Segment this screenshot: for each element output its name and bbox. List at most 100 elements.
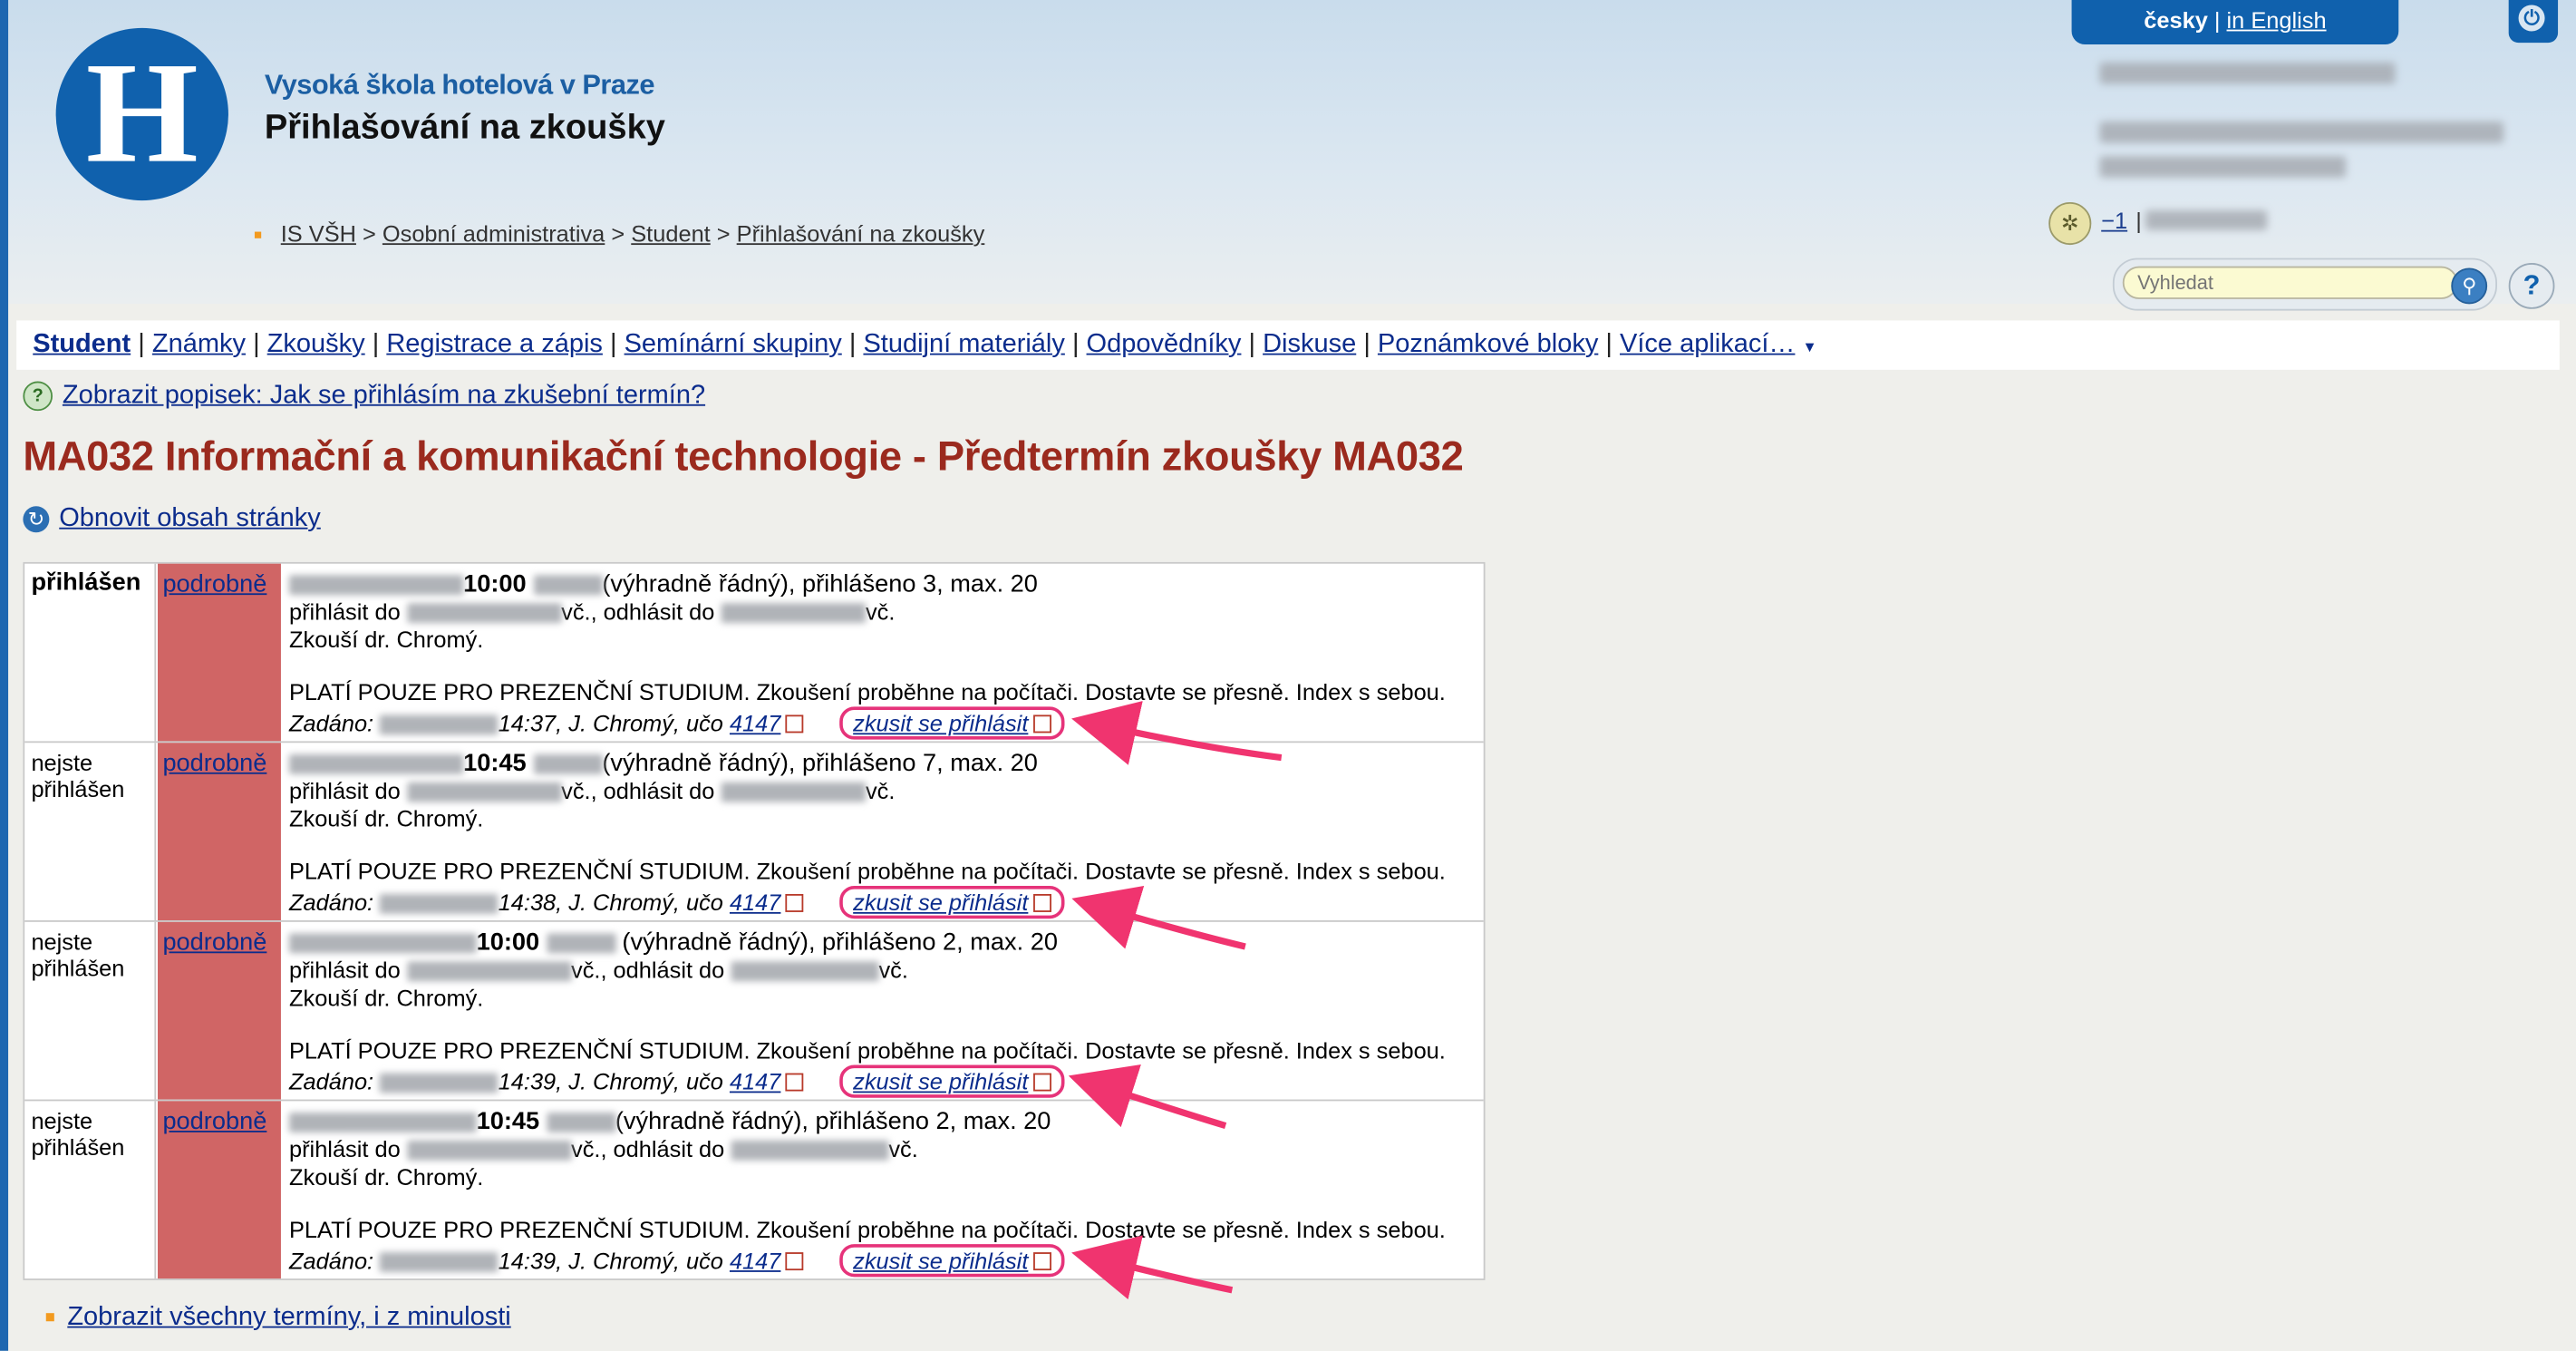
search-icon[interactable]: ⚲ xyxy=(2451,267,2488,305)
register-suffix: vč., odhlásit do xyxy=(571,956,725,983)
exam-note: PLATÍ POUZE PRO PREZENČNÍ STUDIUM. Zkouš… xyxy=(289,1216,1446,1243)
help-hint: ? Zobrazit popisek: Jak se přihlásím na z… xyxy=(23,381,705,412)
help-icon[interactable]: ? xyxy=(2508,263,2555,309)
exam-type: (výhradně řádný), přihlášeno 3, max. 20 xyxy=(602,569,1038,598)
refresh-icon: ↻ xyxy=(23,505,50,532)
external-link-icon[interactable] xyxy=(785,714,804,734)
try-register-highlight: zkusit se přihlásit xyxy=(839,885,1065,919)
nav-diskuse[interactable]: Diskuse xyxy=(1263,330,1356,358)
register-label: přihlásit do xyxy=(289,598,401,625)
unregister-date-redacted xyxy=(721,782,866,803)
info-cell: 10:45 (výhradně řádný), přihlášeno 2, ma… xyxy=(283,1101,1484,1278)
info-cell: 10:00 (výhradně řádný), přihlášeno 2, ma… xyxy=(283,922,1484,1100)
try-register-link[interactable]: zkusit se přihlásit xyxy=(853,1248,1028,1274)
exam-time: 10:45 xyxy=(463,749,527,778)
nav-znamky[interactable]: Známky xyxy=(152,330,246,358)
info-cell: 10:00 (výhradně řádný), přihlášeno 3, ma… xyxy=(283,564,1484,742)
register-date-redacted xyxy=(406,603,562,624)
unregister-suffix: vč. xyxy=(865,598,896,625)
user-status-icon[interactable]: ✲ xyxy=(2048,201,2092,246)
nav-odpovedniky[interactable]: Odpovědníky xyxy=(1087,330,1242,358)
status-cell: přihlášen xyxy=(24,563,157,742)
table-row: nejste přihlášen podrobně 10:00 (výhradn… xyxy=(24,920,1484,1100)
user-counter-link[interactable]: −1 xyxy=(2101,207,2127,233)
breadcrumb-is-vsh[interactable]: IS VŠH xyxy=(281,220,356,247)
external-link-icon[interactable] xyxy=(785,1251,804,1270)
language-current: česky xyxy=(2144,6,2208,34)
power-icon: ⏻ xyxy=(2518,5,2545,32)
nav-vice-aplikaci[interactable]: Více aplikací… xyxy=(1620,330,1795,358)
nav-sep: | xyxy=(253,330,260,359)
uco-link[interactable]: 4147 xyxy=(730,1068,780,1094)
breadcrumb: IS VŠH > Osobní administrativa > Student… xyxy=(254,219,985,247)
entered-info: 14:37, J. Chromý, učo xyxy=(498,710,723,736)
register-label: přihlásit do xyxy=(289,777,401,804)
help-circle-icon: ? xyxy=(23,381,53,412)
show-all-terms-link[interactable]: Zobrazit všechny termíny, i z minulosti xyxy=(67,1303,510,1331)
breadcrumb-prihlasovani[interactable]: Přihlašování na zkoušky xyxy=(737,220,985,247)
breadcrumb-student[interactable]: Student xyxy=(631,220,710,247)
nav-sep: | xyxy=(138,330,145,359)
entered-info: 14:38, J. Chromý, učo xyxy=(498,889,723,916)
breadcrumb-sep: > xyxy=(716,219,731,247)
help-hint-link[interactable]: Zobrazit popisek: Jak se přihlásím na zk… xyxy=(63,382,705,410)
entered-info: 14:39, J. Chromý, učo xyxy=(498,1247,723,1274)
exam-type: (výhradně řádný), přihlášeno 2, max. 20 xyxy=(615,1107,1051,1136)
try-register-link[interactable]: zkusit se přihlásit xyxy=(853,710,1028,736)
register-label: přihlásit do xyxy=(289,956,401,983)
exam-note: PLATÍ POUZE PRO PREZENČNÍ STUDIUM. Zkouš… xyxy=(289,858,1446,885)
room-redacted xyxy=(533,753,603,774)
examiner: Zkouší dr. Chromý. xyxy=(289,984,484,1011)
register-suffix: vč., odhlásit do xyxy=(561,598,715,625)
logout-button[interactable]: ⏻ xyxy=(2508,0,2559,44)
detail-link[interactable]: podrobně xyxy=(162,570,266,598)
show-all-terms: Zobrazit všechny termíny, i z minulosti xyxy=(45,1303,511,1333)
entered-label: Zadáno: xyxy=(289,710,374,736)
external-link-icon[interactable] xyxy=(1032,1251,1051,1270)
nav-poznamkove-bloky[interactable]: Poznámkové bloky xyxy=(1378,330,1598,358)
external-link-icon[interactable] xyxy=(785,893,804,912)
external-link-icon[interactable] xyxy=(1032,1073,1051,1092)
entered-label: Zadáno: xyxy=(289,1068,374,1095)
nav-studijni-materialy[interactable]: Studijní materiály xyxy=(863,330,1064,358)
examiner: Zkouší dr. Chromý. xyxy=(289,805,484,832)
external-link-icon[interactable] xyxy=(785,1073,804,1092)
nav-zkousky[interactable]: Zkoušky xyxy=(267,330,365,358)
examiner: Zkouší dr. Chromý. xyxy=(289,1163,484,1191)
logo-h-icon[interactable]: H xyxy=(55,27,228,201)
table-row: přihlášen podrobně 10:00 (výhradně řádný… xyxy=(24,563,1484,742)
language-switcher: česky | in English xyxy=(2071,0,2399,44)
date-redacted xyxy=(289,933,477,954)
exam-time: 10:45 xyxy=(476,1107,540,1136)
try-register-link[interactable]: zkusit se přihlásit xyxy=(853,889,1028,916)
exam-table: přihlášen podrobně 10:00 (výhradně řádný… xyxy=(23,561,1486,1280)
entered-date-redacted xyxy=(380,894,499,915)
main-nav: Student | Známky | Zkoušky | Registrace … xyxy=(16,320,2560,370)
exam-time: 10:00 xyxy=(463,569,527,598)
exam-time: 10:00 xyxy=(476,928,540,957)
language-english-link[interactable]: in English xyxy=(2227,6,2327,33)
register-date-redacted xyxy=(406,782,562,803)
uco-link[interactable]: 4147 xyxy=(730,1248,780,1274)
examiner: Zkouší dr. Chromý. xyxy=(289,626,484,653)
nav-student[interactable]: Student xyxy=(33,330,131,358)
chevron-down-icon[interactable]: ▼ xyxy=(1803,338,1817,355)
uco-link[interactable]: 4147 xyxy=(730,889,780,916)
uco-link[interactable]: 4147 xyxy=(730,710,780,736)
detail-link[interactable]: podrobně xyxy=(162,928,266,957)
external-link-icon[interactable] xyxy=(1032,893,1051,912)
table-row: nejste přihlášen podrobně 10:45 (výhradn… xyxy=(24,741,1484,920)
refresh: ↻ Obnovit obsah stránky xyxy=(23,504,321,534)
detail-link[interactable]: podrobně xyxy=(162,1108,266,1136)
refresh-link[interactable]: Obnovit obsah stránky xyxy=(59,504,321,532)
external-link-icon[interactable] xyxy=(1032,714,1051,734)
breadcrumb-sep: > xyxy=(362,219,376,247)
try-register-link[interactable]: zkusit se přihlásit xyxy=(853,1068,1028,1094)
search-input[interactable] xyxy=(2122,266,2458,299)
nav-seminarni-skupiny[interactable]: Semínární skupiny xyxy=(625,330,842,358)
breadcrumb-osobni-administrativa[interactable]: Osobní administrativa xyxy=(383,220,605,247)
unregister-suffix: vč. xyxy=(878,956,908,983)
user-id-redacted xyxy=(2145,210,2268,230)
detail-link[interactable]: podrobně xyxy=(162,750,266,778)
nav-registrace[interactable]: Registrace a zápis xyxy=(386,330,603,358)
